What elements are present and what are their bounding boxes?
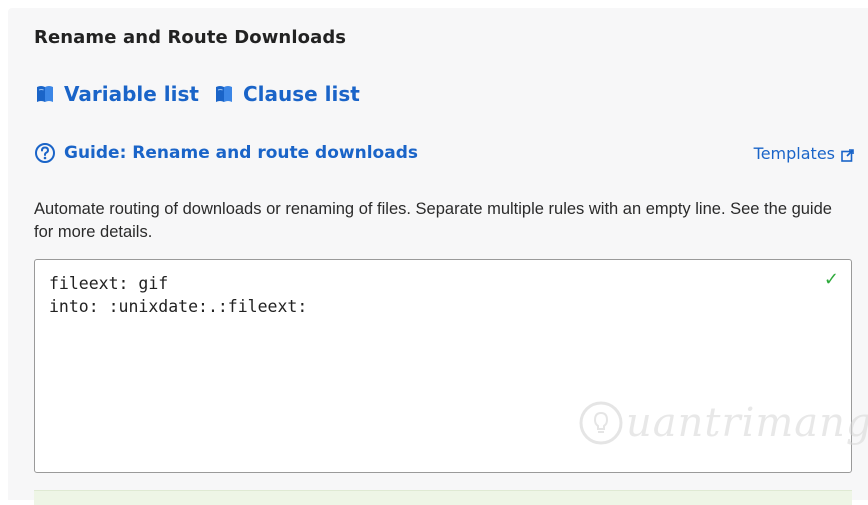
templates-label: Templates — [753, 143, 835, 163]
description-text: Automate routing of downloads or renamin… — [34, 200, 832, 241]
status-bar — [34, 490, 852, 505]
help-circle-icon — [34, 142, 56, 164]
lightbulb-logo-icon — [578, 400, 624, 446]
variable-list-link[interactable]: Variable list — [34, 82, 199, 106]
external-link-icon — [841, 147, 854, 162]
rules-line: into: :unixdate:.:fileext: — [49, 297, 308, 316]
book-icon — [213, 83, 235, 105]
reference-links: Variable list Clause list — [34, 82, 374, 106]
watermark: uantrimang — [578, 400, 868, 446]
rules-line: fileext: gif — [49, 274, 169, 293]
book-icon — [34, 83, 56, 105]
guide-label: Guide: Rename and route downloads — [64, 143, 418, 163]
clause-list-label: Clause list — [242, 82, 360, 106]
guide-row: Guide: Rename and route downloads Templa… — [34, 142, 854, 164]
watermark-text: uantrimang — [626, 400, 868, 446]
templates-link[interactable]: Templates — [754, 144, 854, 163]
clause-list-link[interactable]: Clause list — [213, 82, 360, 106]
variable-list-label: Variable list — [64, 82, 199, 106]
guide-link[interactable]: Guide: Rename and route downloads — [34, 142, 418, 164]
check-icon: ✓ — [823, 269, 839, 290]
section-title: Rename and Route Downloads — [34, 27, 347, 48]
